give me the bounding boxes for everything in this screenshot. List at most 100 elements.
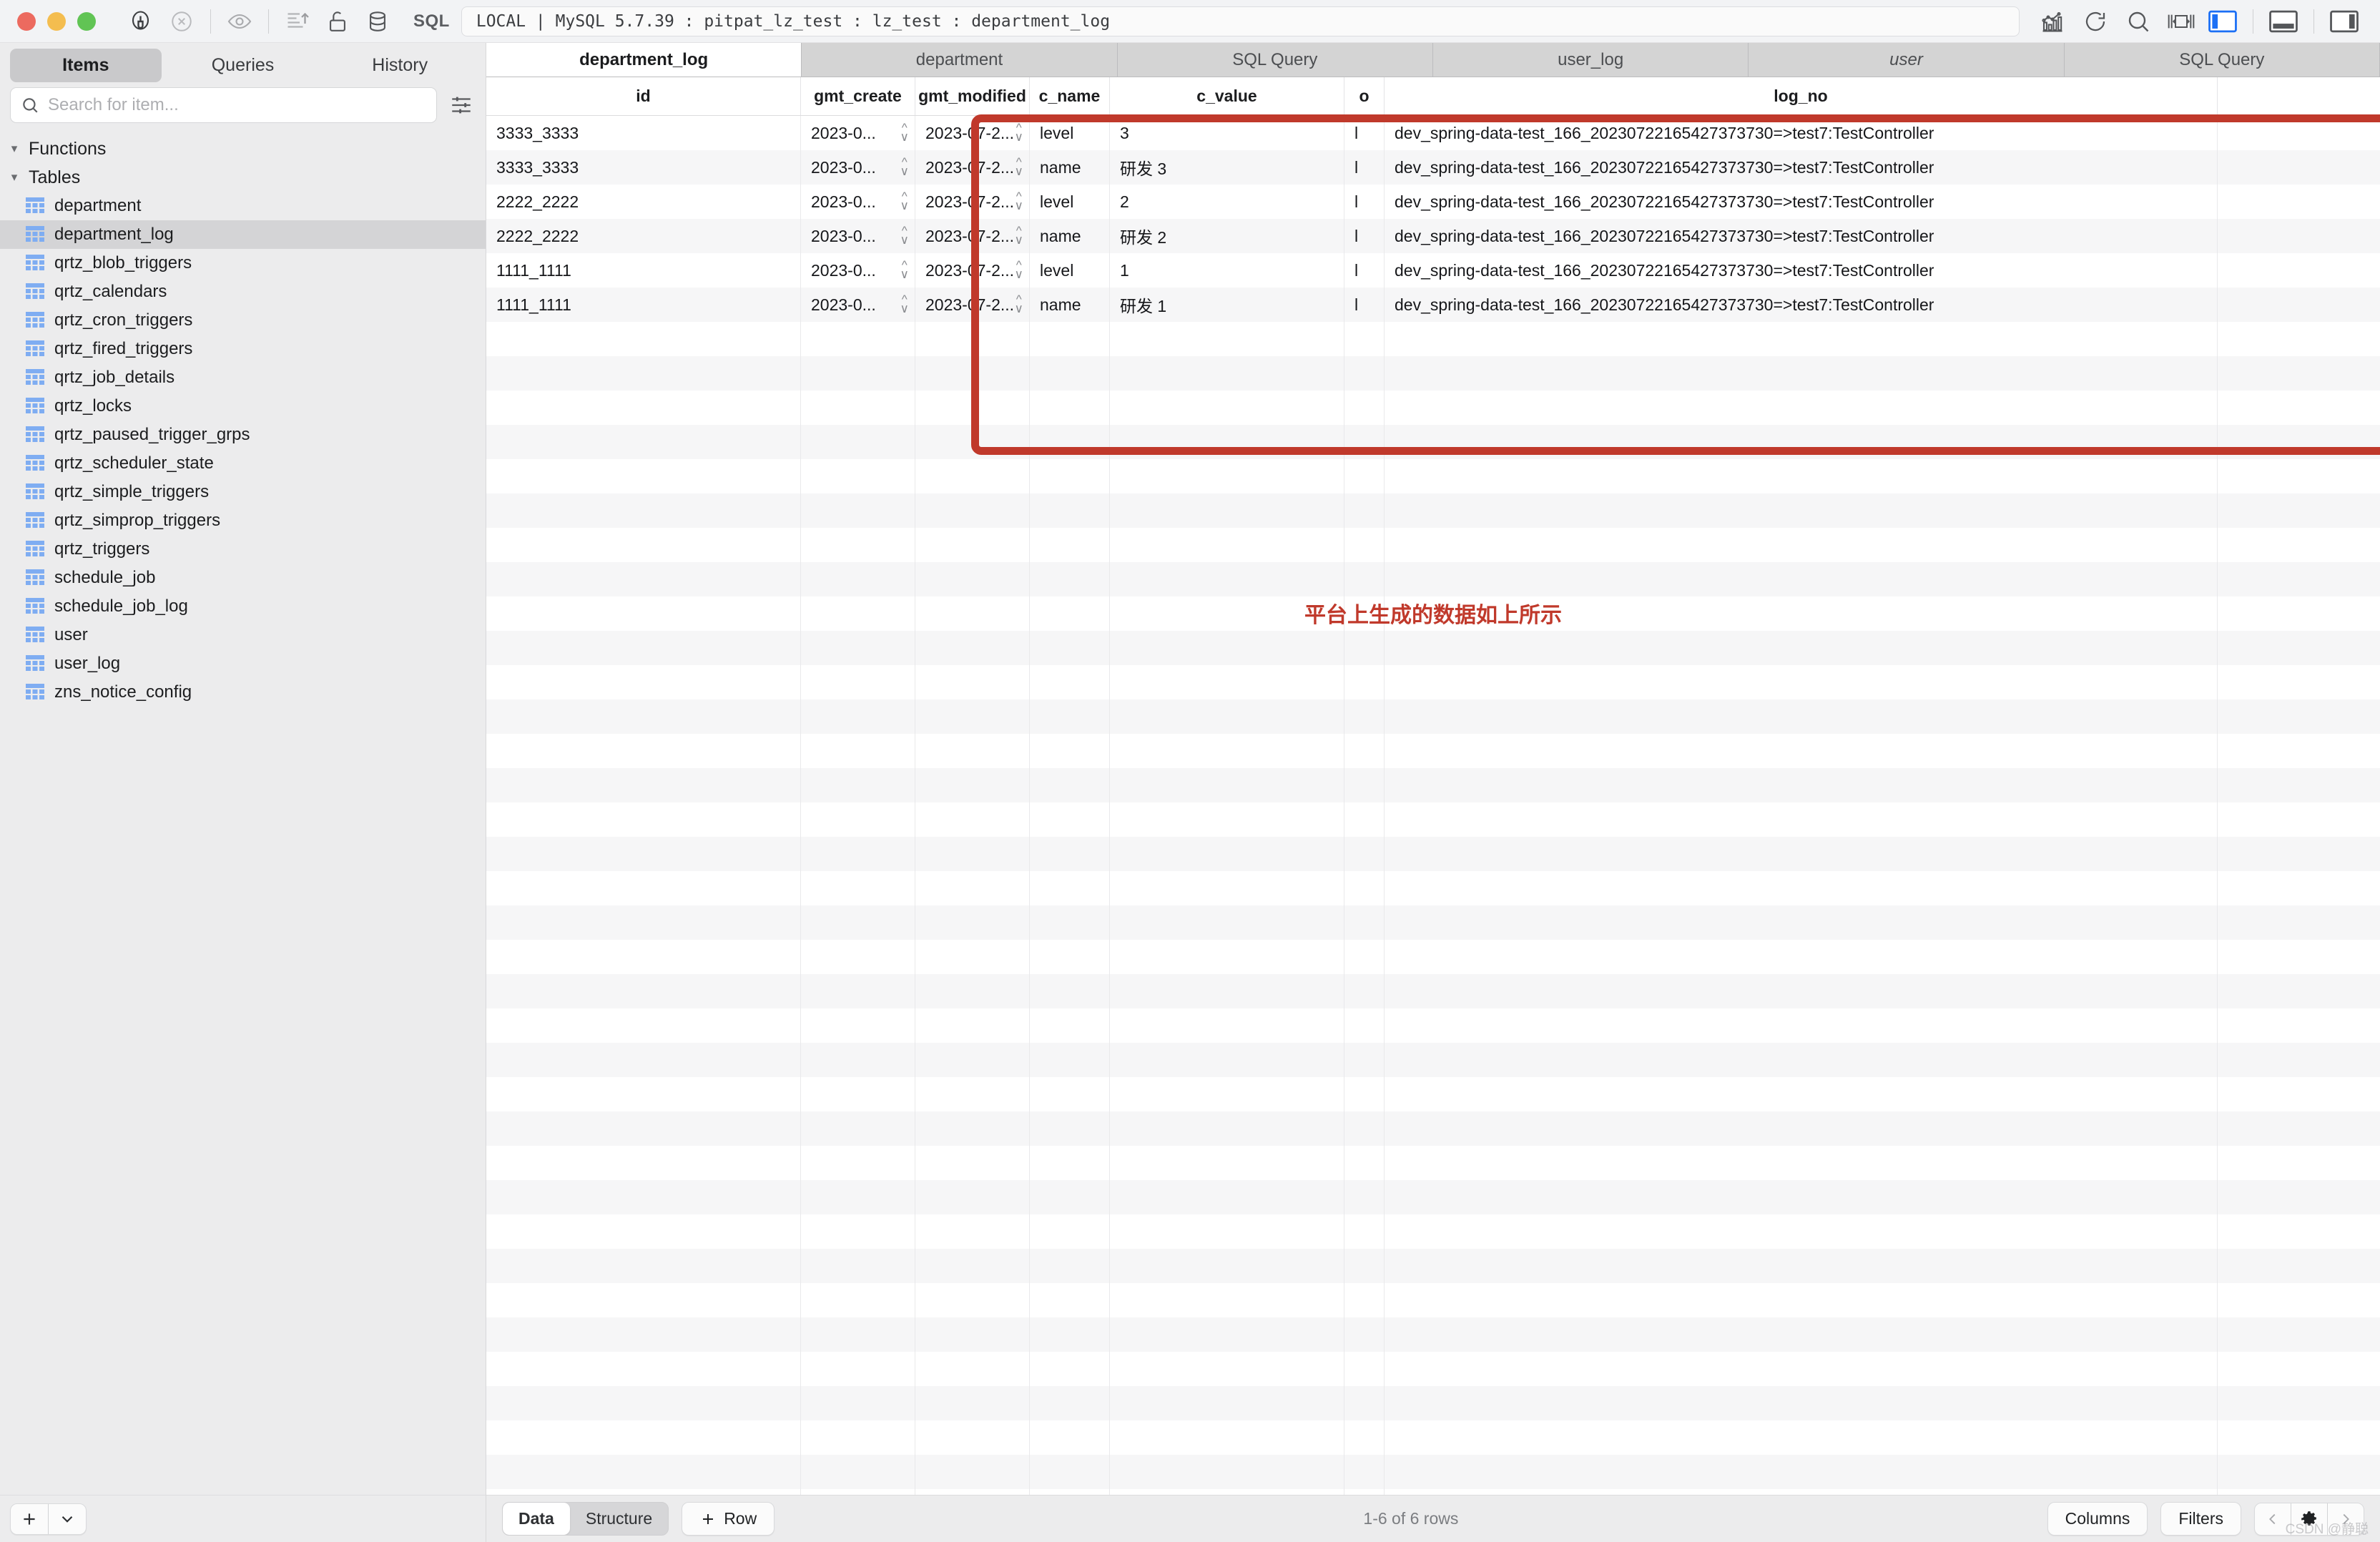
add-row-button[interactable]: Row (682, 1502, 775, 1536)
cell-gmt_modified[interactable]: 2023-07-2... ^ ∨ (915, 116, 1030, 150)
next-page-button[interactable] (2328, 1503, 2364, 1535)
column-header-id[interactable]: id (486, 77, 801, 115)
column-header-o[interactable]: o (1344, 77, 1385, 115)
cell-id[interactable]: 1111_1111 (486, 253, 801, 288)
editor-tab[interactable]: user (1749, 43, 2065, 77)
sidebar-item-schedule_job[interactable]: schedule_job (0, 564, 486, 592)
cell-gmt_modified[interactable]: 2023-07-2... ^ ∨ (915, 150, 1030, 185)
cell-o[interactable]: l (1344, 150, 1385, 185)
lock-open-icon[interactable] (318, 1, 358, 41)
cell-gmt_create[interactable]: 2023-0... ^ ∨ (801, 185, 915, 219)
column-header-gmt_modified[interactable]: gmt_modified (915, 77, 1030, 115)
cell-id[interactable]: 2222_2222 (486, 219, 801, 253)
stepper-icon[interactable]: ^ ∨ (1015, 293, 1023, 314)
close-window-button[interactable] (17, 11, 36, 31)
table-row[interactable]: 3333_3333 2023-0... ^ ∨ 2023-07-2... ^ ∨ level 3… (486, 116, 2380, 150)
cell-log_no[interactable]: dev_spring-data-test_166_202307221654273… (1385, 288, 2218, 322)
cell-log_no[interactable]: dev_spring-data-test_166_202307221654273… (1385, 116, 2218, 150)
expand-width-icon[interactable] (2161, 1, 2201, 41)
cell-c_name[interactable]: level (1030, 253, 1110, 288)
database-icon[interactable] (358, 1, 398, 41)
sidebar-item-zns_notice_config[interactable]: zns_notice_config (0, 678, 486, 707)
minimize-window-button[interactable] (47, 11, 66, 31)
column-header-log_no[interactable]: log_no (1385, 77, 2218, 115)
sidebar-item-qrtz_simprop_triggers[interactable]: qrtz_simprop_triggers (0, 506, 486, 535)
filters-button[interactable]: Filters (2160, 1502, 2241, 1536)
sidebar-item-qrtz_paused_trigger_grps[interactable]: qrtz_paused_trigger_grps (0, 421, 486, 449)
panel-left-toggle[interactable] (2204, 7, 2241, 36)
sidebar-item-user_log[interactable]: user_log (0, 649, 486, 678)
stepper-icon[interactable]: ^ ∨ (900, 190, 909, 211)
stepper-icon[interactable]: ^ ∨ (1015, 225, 1023, 245)
previous-page-button[interactable] (2255, 1503, 2291, 1535)
cell-c_value[interactable]: 研发 2 (1110, 219, 1344, 253)
filter-settings-icon[interactable] (447, 91, 476, 119)
cell-log_no[interactable]: dev_spring-data-test_166_202307221654273… (1385, 253, 2218, 288)
search-icon[interactable] (2118, 1, 2158, 41)
cell-gmt_create[interactable]: 2023-0... ^ ∨ (801, 288, 915, 322)
table-row[interactable]: 3333_3333 2023-0... ^ ∨ 2023-07-2... ^ ∨ name 研发… (486, 150, 2380, 185)
column-header-c_name[interactable]: c_name (1030, 77, 1110, 115)
plug-icon[interactable] (122, 1, 162, 41)
cell-o[interactable]: l (1344, 288, 1385, 322)
sidebar-item-qrtz_fired_triggers[interactable]: qrtz_fired_triggers (0, 335, 486, 363)
stepper-icon[interactable]: ^ ∨ (900, 259, 909, 280)
stepper-icon[interactable]: ^ ∨ (900, 225, 909, 245)
cell-log_no[interactable]: dev_spring-data-test_166_202307221654273… (1385, 219, 2218, 253)
editor-tab[interactable]: user_log (1432, 43, 1749, 77)
cell-gmt_create[interactable]: 2023-0... ^ ∨ (801, 116, 915, 150)
grid-settings-button[interactable] (2291, 1503, 2327, 1535)
sort-ascending-icon[interactable] (277, 1, 318, 41)
cell-c_name[interactable]: name (1030, 150, 1110, 185)
stepper-icon[interactable]: ^ ∨ (900, 122, 909, 142)
stepper-icon[interactable]: ^ ∨ (900, 156, 909, 177)
cell-c_value[interactable]: 2 (1110, 185, 1344, 219)
sidebar-item-department_log[interactable]: department_log (0, 220, 486, 249)
cell-o[interactable]: l (1344, 219, 1385, 253)
cell-o[interactable]: l (1344, 116, 1385, 150)
editor-tab[interactable]: SQL Query (2064, 43, 2380, 77)
table-row[interactable]: 2222_2222 2023-0... ^ ∨ 2023-07-2... ^ ∨ level 2… (486, 185, 2380, 219)
disconnect-x-icon[interactable] (162, 1, 202, 41)
panel-bottom-toggle[interactable] (2265, 7, 2302, 36)
table-row[interactable]: 2222_2222 2023-0... ^ ∨ 2023-07-2... ^ ∨ name 研发… (486, 219, 2380, 253)
tree-group-functions[interactable]: ▾ Functions (0, 134, 486, 163)
add-item-menu-button[interactable] (49, 1504, 86, 1534)
table-row[interactable]: 1111_1111 2023-0... ^ ∨ 2023-07-2... ^ ∨ name 研发… (486, 288, 2380, 322)
stepper-icon[interactable]: ^ ∨ (900, 293, 909, 314)
column-header-gmt_create[interactable]: gmt_create (801, 77, 915, 115)
chart-icon[interactable] (2032, 1, 2072, 41)
refresh-icon[interactable] (2075, 1, 2115, 41)
stepper-icon[interactable]: ^ ∨ (1015, 156, 1023, 177)
cell-id[interactable]: 3333_3333 (486, 116, 801, 150)
cell-c_name[interactable]: level (1030, 185, 1110, 219)
cell-c_name[interactable]: name (1030, 288, 1110, 322)
eye-icon[interactable] (220, 1, 260, 41)
cell-gmt_modified[interactable]: 2023-07-2... ^ ∨ (915, 253, 1030, 288)
sidebar-item-qrtz_cron_triggers[interactable]: qrtz_cron_triggers (0, 306, 486, 335)
stepper-icon[interactable]: ^ ∨ (1015, 122, 1023, 142)
search-input[interactable]: Search for item... (10, 87, 437, 123)
cell-id[interactable]: 1111_1111 (486, 288, 801, 322)
cell-gmt_modified[interactable]: 2023-07-2... ^ ∨ (915, 288, 1030, 322)
maximize-window-button[interactable] (77, 11, 96, 31)
sidebar-item-qrtz_simple_triggers[interactable]: qrtz_simple_triggers (0, 478, 486, 506)
sidebar-item-schedule_job_log[interactable]: schedule_job_log (0, 592, 486, 621)
columns-button[interactable]: Columns (2047, 1502, 2148, 1536)
cell-gmt_create[interactable]: 2023-0... ^ ∨ (801, 253, 915, 288)
cell-id[interactable]: 3333_3333 (486, 150, 801, 185)
cell-log_no[interactable]: dev_spring-data-test_166_202307221654273… (1385, 150, 2218, 185)
editor-tab[interactable]: SQL Query (1117, 43, 1433, 77)
sidebar-item-qrtz_job_details[interactable]: qrtz_job_details (0, 363, 486, 392)
connection-path-field[interactable]: LOCAL | MySQL 5.7.39 : pitpat_lz_test : … (461, 6, 2020, 36)
sidebar-tab-queries[interactable]: Queries (167, 49, 319, 82)
editor-tab[interactable]: department_log (486, 43, 802, 77)
sidebar-item-qrtz_locks[interactable]: qrtz_locks (0, 392, 486, 421)
tree-group-tables[interactable]: ▾ Tables (0, 163, 486, 192)
stepper-icon[interactable]: ^ ∨ (1015, 190, 1023, 211)
cell-gmt_create[interactable]: 2023-0... ^ ∨ (801, 219, 915, 253)
sidebar-item-user[interactable]: user (0, 621, 486, 649)
column-header-c_value[interactable]: c_value (1110, 77, 1344, 115)
panel-right-toggle[interactable] (2326, 7, 2363, 36)
cell-gmt_create[interactable]: 2023-0... ^ ∨ (801, 150, 915, 185)
